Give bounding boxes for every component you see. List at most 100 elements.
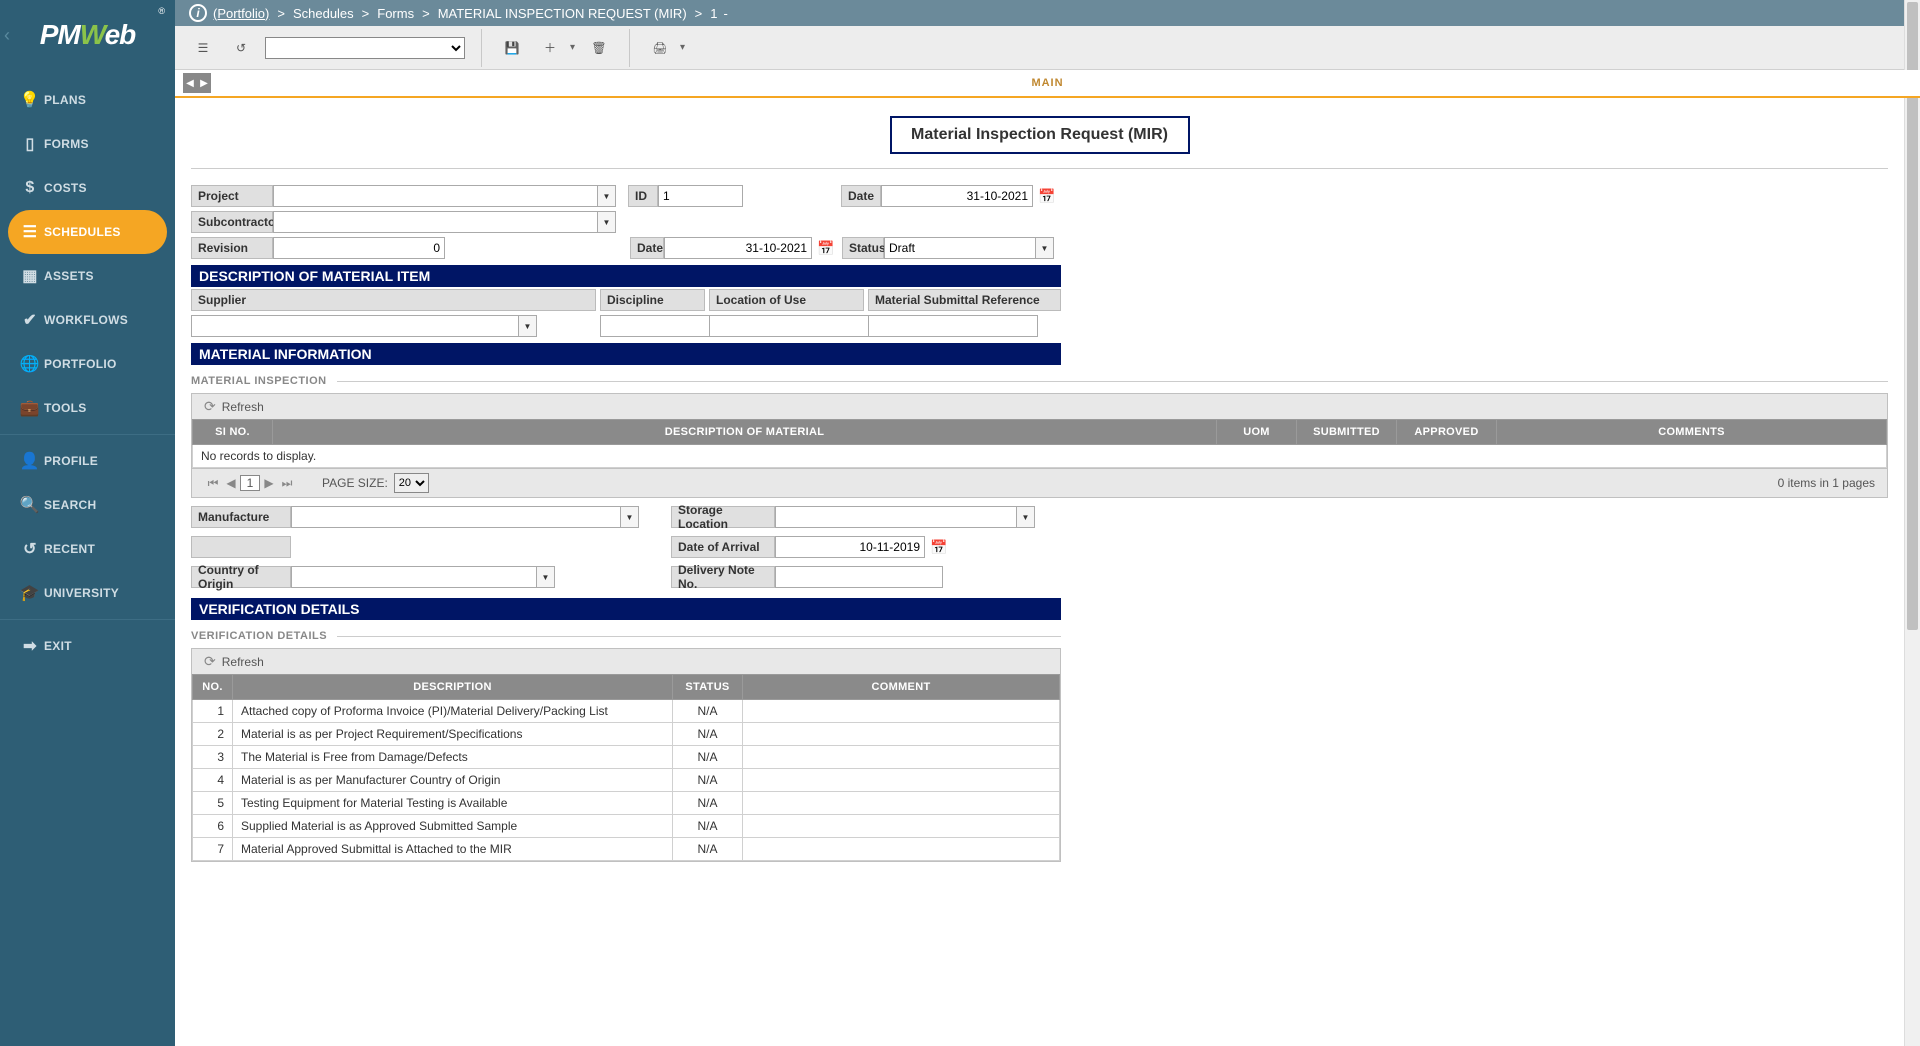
- cell-no: 2: [193, 723, 233, 746]
- rev-date-input[interactable]: [664, 237, 812, 259]
- refresh-icon[interactable]: ⟳: [204, 398, 216, 415]
- exit-icon: ➡: [16, 636, 44, 656]
- grid-icon: ▦: [16, 266, 44, 286]
- cell-comment: [743, 769, 1060, 792]
- nav-search[interactable]: 🔍SEARCH: [0, 483, 175, 527]
- table-row[interactable]: 1Attached copy of Proforma Invoice (PI)/…: [193, 700, 1060, 723]
- col-sino[interactable]: SI NO.: [193, 420, 273, 445]
- scrollbar[interactable]: [1904, 0, 1920, 1046]
- nav-plans[interactable]: 💡PLANS: [0, 78, 175, 122]
- tab-main[interactable]: MAIN: [1031, 77, 1063, 89]
- page-size-select[interactable]: 20: [394, 473, 429, 493]
- country-dropdown[interactable]: ▼: [537, 566, 555, 588]
- nav-tools[interactable]: 💼TOOLS: [0, 386, 175, 430]
- page-size-label: PAGE SIZE:: [322, 476, 388, 490]
- history-icon[interactable]: ↺: [227, 34, 255, 62]
- nav-assets[interactable]: ▦ASSETS: [0, 254, 175, 298]
- col-desc[interactable]: DESCRIPTION OF MATERIAL: [273, 420, 1217, 445]
- logo: ‹ PMWeb ®: [0, 0, 175, 70]
- cell-desc: Material is as per Manufacturer Country …: [233, 769, 673, 792]
- pager-page[interactable]: 1: [240, 475, 260, 491]
- print-icon[interactable]: 🖨: [646, 34, 674, 62]
- pager-last[interactable]: ⏭: [278, 476, 296, 491]
- add-dropdown-icon[interactable]: ▾: [570, 42, 575, 53]
- manufacture-input[interactable]: [291, 506, 621, 528]
- pager-first[interactable]: ⏮: [204, 476, 222, 491]
- project-dropdown[interactable]: ▼: [598, 185, 616, 207]
- calendar-icon[interactable]: 📅: [816, 238, 836, 258]
- history-icon: ↺: [16, 539, 44, 559]
- status-input[interactable]: [884, 237, 1036, 259]
- table-row[interactable]: 2Material is as per Project Requirement/…: [193, 723, 1060, 746]
- toolbar-select[interactable]: [265, 37, 465, 59]
- nav-workflows[interactable]: ✔WORKFLOWS: [0, 298, 175, 342]
- subcontractor-dropdown[interactable]: ▼: [598, 211, 616, 233]
- col-uom[interactable]: UOM: [1217, 420, 1297, 445]
- project-input[interactable]: [273, 185, 598, 207]
- tab-next[interactable]: ▶: [197, 73, 211, 93]
- supplier-input[interactable]: [191, 315, 519, 337]
- supplier-dropdown[interactable]: ▼: [519, 315, 537, 337]
- nav-forms[interactable]: ▯FORMS: [0, 122, 175, 166]
- nav-recent[interactable]: ↺RECENT: [0, 527, 175, 571]
- calendar-icon[interactable]: 📅: [1037, 186, 1057, 206]
- col-approved[interactable]: APPROVED: [1397, 420, 1497, 445]
- nav-profile[interactable]: 👤PROFILE: [0, 439, 175, 483]
- status-dropdown[interactable]: ▼: [1036, 237, 1054, 259]
- dollar-icon: $: [16, 179, 44, 197]
- list-icon[interactable]: ☰: [189, 34, 217, 62]
- nav-costs[interactable]: $COSTS: [0, 166, 175, 210]
- col-description[interactable]: DESCRIPTION: [233, 675, 673, 700]
- breadcrumb-mir[interactable]: MATERIAL INSPECTION REQUEST (MIR): [438, 6, 687, 21]
- table-row[interactable]: 5Testing Equipment for Material Testing …: [193, 792, 1060, 815]
- nav-portfolio[interactable]: 🌐PORTFOLIO: [0, 342, 175, 386]
- country-input[interactable]: [291, 566, 537, 588]
- nav-schedules[interactable]: ☰SCHEDULES: [8, 210, 167, 254]
- refresh-button[interactable]: Refresh: [222, 400, 264, 414]
- breadcrumb-forms[interactable]: Forms: [377, 6, 414, 21]
- pager-next[interactable]: ▶: [260, 476, 278, 490]
- table-row[interactable]: 4Material is as per Manufacturer Country…: [193, 769, 1060, 792]
- col-comment[interactable]: COMMENT: [743, 675, 1060, 700]
- nav-university[interactable]: 🎓UNIVERSITY: [0, 571, 175, 615]
- breadcrumb-schedules[interactable]: Schedules: [293, 6, 354, 21]
- print-dropdown-icon[interactable]: ▾: [680, 42, 685, 53]
- arrival-input[interactable]: [775, 536, 925, 558]
- supplier-label: Supplier: [191, 289, 596, 311]
- add-icon[interactable]: ＋: [536, 34, 564, 62]
- nav-exit[interactable]: ➡EXIT: [0, 624, 175, 668]
- delivery-input[interactable]: [775, 566, 943, 588]
- table-row[interactable]: 3The Material is Free from Damage/Defect…: [193, 746, 1060, 769]
- person-icon: 👤: [16, 451, 44, 471]
- storage-dropdown[interactable]: ▼: [1017, 506, 1035, 528]
- table-row[interactable]: 6Supplied Material is as Approved Submit…: [193, 815, 1060, 838]
- storage-input[interactable]: [775, 506, 1017, 528]
- id-input[interactable]: [658, 185, 743, 207]
- save-icon[interactable]: 💾: [498, 34, 526, 62]
- table-row[interactable]: 7Material Approved Submittal is Attached…: [193, 838, 1060, 861]
- breadcrumb-num[interactable]: 1: [710, 6, 717, 21]
- col-submitted[interactable]: SUBMITTED: [1297, 420, 1397, 445]
- col-status[interactable]: STATUS: [673, 675, 743, 700]
- subcontractor-input[interactable]: [273, 211, 598, 233]
- info-icon[interactable]: i: [189, 4, 207, 22]
- delete-icon[interactable]: 🗑: [585, 34, 613, 62]
- refresh-button[interactable]: Refresh: [222, 655, 264, 669]
- delivery-label: Delivery Note No.: [671, 566, 775, 588]
- date-input[interactable]: [881, 185, 1033, 207]
- submittal-ref-input[interactable]: [868, 315, 1038, 337]
- collapse-sidebar-icon[interactable]: ‹: [4, 25, 10, 46]
- breadcrumb-portfolio[interactable]: (Portfolio): [213, 6, 269, 21]
- manufacture-dropdown[interactable]: ▼: [621, 506, 639, 528]
- tab-prev[interactable]: ◀: [183, 73, 197, 93]
- revision-input[interactable]: [273, 237, 445, 259]
- cell-desc: The Material is Free from Damage/Defects: [233, 746, 673, 769]
- globe-icon: 🌐: [16, 354, 44, 374]
- pager-prev[interactable]: ◀: [222, 476, 240, 490]
- cell-comment: [743, 838, 1060, 861]
- col-no[interactable]: NO.: [193, 675, 233, 700]
- calendar-icon[interactable]: 📅: [929, 537, 949, 557]
- content: Material Inspection Request (MIR) Projec…: [175, 98, 1904, 1046]
- refresh-icon[interactable]: ⟳: [204, 653, 216, 670]
- col-comments[interactable]: COMMENTS: [1497, 420, 1887, 445]
